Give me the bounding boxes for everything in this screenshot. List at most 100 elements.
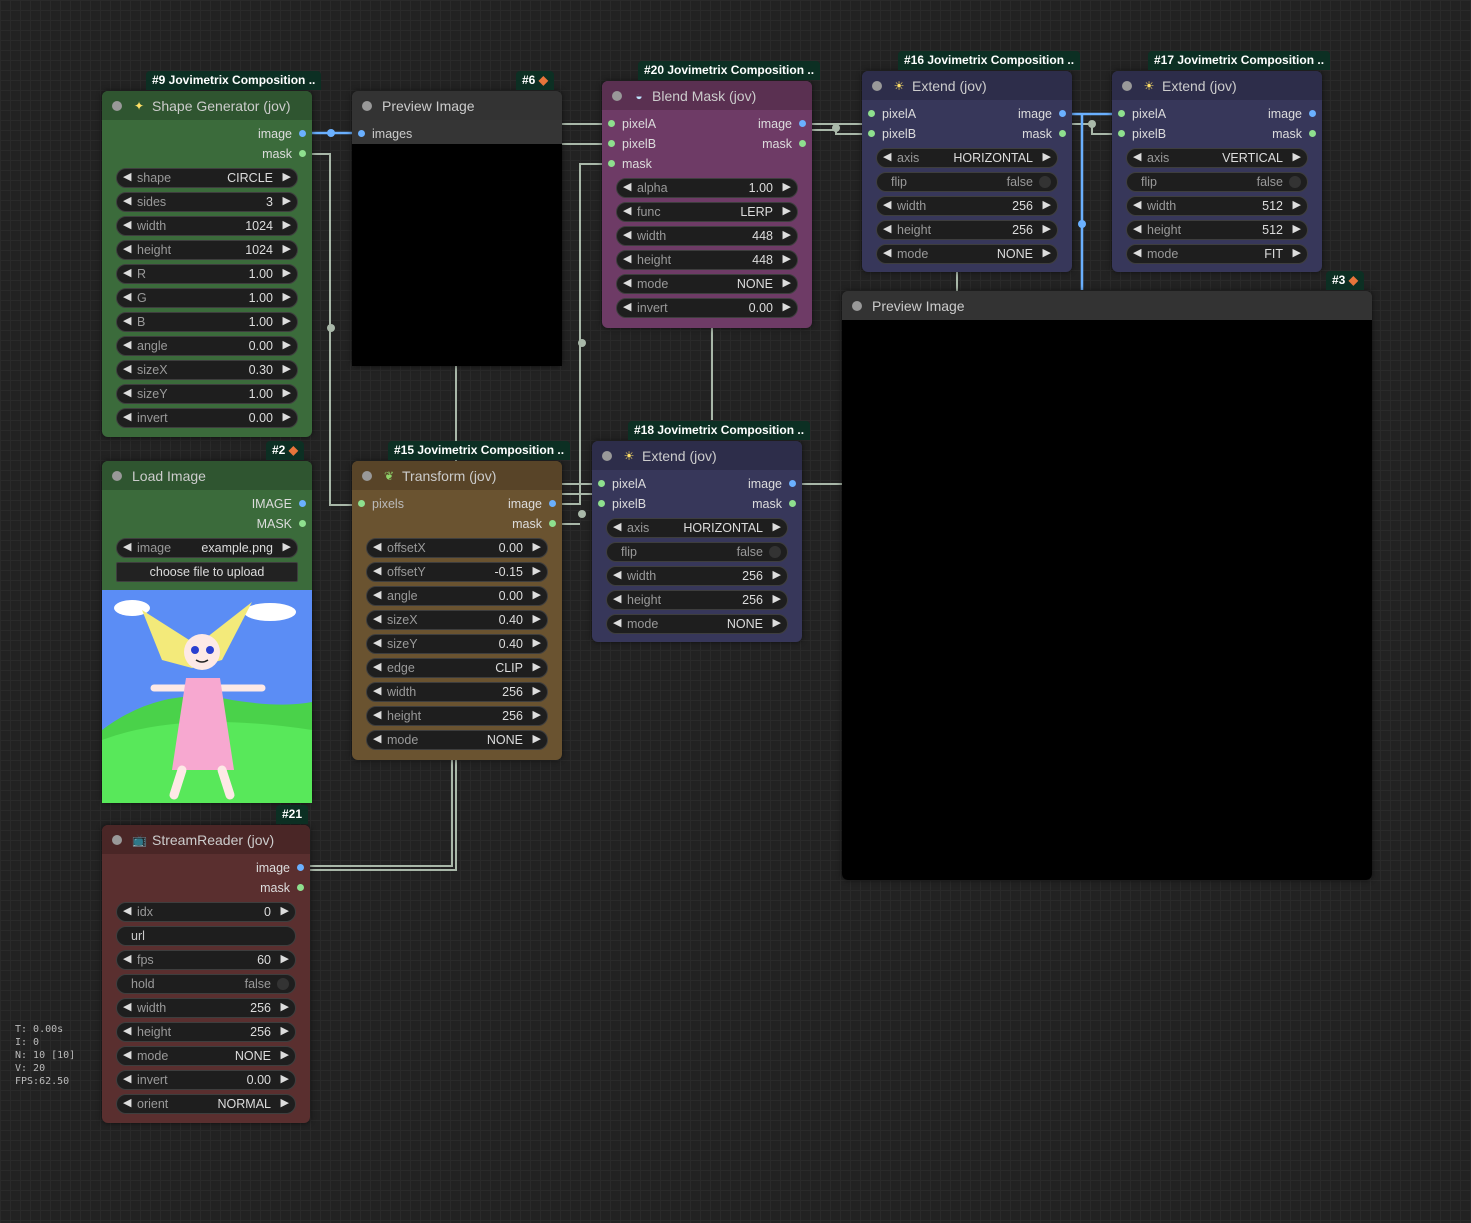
collapse-dot[interactable]: [112, 834, 122, 845]
node-header[interactable]: ☀ Extend (jov): [592, 441, 802, 470]
output-image[interactable]: image: [102, 858, 310, 878]
arrow-left-icon[interactable]: ◀: [123, 1096, 131, 1109]
arrow-right-icon[interactable]: ▶: [773, 568, 781, 581]
number-widget[interactable]: ◀ mode NONE ▶: [116, 1046, 296, 1066]
arrow-left-icon[interactable]: ◀: [1133, 222, 1141, 235]
node-header[interactable]: ✦ Shape Generator (jov): [102, 91, 312, 120]
arrow-left-icon[interactable]: ◀: [373, 732, 381, 745]
arrow-right-icon[interactable]: ▶: [283, 540, 291, 553]
number-widget[interactable]: ◀ sizeX 0.40 ▶: [366, 610, 548, 630]
output-slot[interactable]: [789, 500, 796, 507]
number-widget[interactable]: ◀ sizeY 0.40 ▶: [366, 634, 548, 654]
input-pixels[interactable]: pixels image: [352, 494, 562, 514]
number-widget[interactable]: ◀ height 1024 ▶: [116, 240, 298, 260]
input-slot[interactable]: [1118, 130, 1125, 137]
input-images[interactable]: images: [352, 124, 562, 144]
input-pixelA[interactable]: pixelA image: [602, 114, 812, 134]
arrow-left-icon[interactable]: ◀: [123, 266, 131, 279]
arrow-left-icon[interactable]: ◀: [883, 150, 891, 163]
output-slot[interactable]: [1309, 110, 1316, 117]
node-extend-17[interactable]: ☀ Extend (jov) pixelA image pixelB mask ◀ a…: [1112, 71, 1322, 272]
collapse-dot[interactable]: [362, 100, 372, 111]
input-slot[interactable]: [608, 160, 615, 167]
arrow-right-icon[interactable]: ▶: [1043, 246, 1051, 259]
arrow-left-icon[interactable]: ◀: [123, 904, 131, 917]
number-widget[interactable]: ◀ invert 0.00 ▶: [116, 1070, 296, 1090]
toggle-knob[interactable]: [769, 546, 781, 558]
arrow-right-icon[interactable]: ▶: [1043, 222, 1051, 235]
number-widget[interactable]: ◀ sizeX 0.30 ▶: [116, 360, 298, 380]
number-widget[interactable]: ◀ width 512 ▶: [1126, 196, 1308, 216]
node-header[interactable]: ❦ Transform (jov): [352, 461, 562, 490]
arrow-right-icon[interactable]: ▶: [783, 276, 791, 289]
arrow-left-icon[interactable]: ◀: [123, 410, 131, 423]
number-widget[interactable]: ◀ width 256 ▶: [876, 196, 1058, 216]
arrow-left-icon[interactable]: ◀: [123, 218, 131, 231]
arrow-left-icon[interactable]: ◀: [883, 222, 891, 235]
arrow-right-icon[interactable]: ▶: [533, 660, 541, 673]
output-slot[interactable]: [549, 500, 556, 507]
arrow-right-icon[interactable]: ▶: [783, 180, 791, 193]
arrow-right-icon[interactable]: ▶: [783, 252, 791, 265]
collapse-dot[interactable]: [112, 470, 122, 481]
number-widget[interactable]: ◀ mode NONE ▶: [606, 614, 788, 634]
number-widget[interactable]: ◀ edge CLIP ▶: [366, 658, 548, 678]
arrow-right-icon[interactable]: ▶: [783, 228, 791, 241]
number-widget[interactable]: ◀ height 256 ▶: [366, 706, 548, 726]
flip-toggle[interactable]: flip false: [876, 172, 1058, 192]
arrow-left-icon[interactable]: ◀: [373, 708, 381, 721]
image-combo[interactable]: ◀ image example.png ▶: [116, 538, 298, 558]
number-widget[interactable]: ◀ orient NORMAL ▶: [116, 1094, 296, 1114]
output-mask[interactable]: mask: [352, 514, 562, 534]
arrow-left-icon[interactable]: ◀: [123, 952, 131, 965]
number-widget[interactable]: ◀ width 256 ▶: [116, 998, 296, 1018]
hold-toggle[interactable]: hold false: [116, 974, 296, 994]
arrow-right-icon[interactable]: ▶: [283, 290, 291, 303]
output-slot[interactable]: [799, 140, 806, 147]
input-mask[interactable]: mask: [602, 154, 812, 174]
collapse-dot[interactable]: [602, 450, 612, 461]
number-widget[interactable]: ◀ mode NONE ▶: [366, 730, 548, 750]
arrow-left-icon[interactable]: ◀: [373, 684, 381, 697]
node-header[interactable]: ☀ Extend (jov): [862, 71, 1072, 100]
number-widget[interactable]: ◀ mode NONE ▶: [616, 274, 798, 294]
arrow-right-icon[interactable]: ▶: [533, 564, 541, 577]
number-widget[interactable]: ◀ width 256 ▶: [606, 566, 788, 586]
input-pixelB[interactable]: pixelB mask: [1112, 124, 1322, 144]
arrow-left-icon[interactable]: ◀: [123, 540, 131, 553]
number-widget[interactable]: ◀ alpha 1.00 ▶: [616, 178, 798, 198]
number-widget[interactable]: ◀ offsetY -0.15 ▶: [366, 562, 548, 582]
number-widget[interactable]: ◀ height 448 ▶: [616, 250, 798, 270]
number-widget[interactable]: ◀ angle 0.00 ▶: [116, 336, 298, 356]
output-slot[interactable]: [297, 864, 304, 871]
input-pixelB[interactable]: pixelB mask: [592, 494, 802, 514]
number-widget[interactable]: ◀ height 512 ▶: [1126, 220, 1308, 240]
arrow-right-icon[interactable]: ▶: [283, 386, 291, 399]
url-input[interactable]: url: [116, 926, 296, 946]
arrow-right-icon[interactable]: ▶: [283, 266, 291, 279]
output-slot[interactable]: [299, 520, 306, 527]
toggle-knob[interactable]: [277, 978, 289, 990]
arrow-right-icon[interactable]: ▶: [283, 314, 291, 327]
arrow-right-icon[interactable]: ▶: [281, 1000, 289, 1013]
output-slot[interactable]: [1059, 130, 1066, 137]
input-slot[interactable]: [1118, 110, 1125, 117]
output-slot[interactable]: [799, 120, 806, 127]
toggle-knob[interactable]: [1289, 176, 1301, 188]
node-blend-mask[interactable]: ◒ Blend Mask (jov) pixelA image pixelB mas…: [602, 81, 812, 328]
arrow-right-icon[interactable]: ▶: [281, 1048, 289, 1061]
arrow-right-icon[interactable]: ▶: [281, 904, 289, 917]
arrow-right-icon[interactable]: ▶: [773, 592, 781, 605]
arrow-left-icon[interactable]: ◀: [373, 612, 381, 625]
node-header[interactable]: ☀ Extend (jov): [1112, 71, 1322, 100]
arrow-right-icon[interactable]: ▶: [533, 684, 541, 697]
arrow-right-icon[interactable]: ▶: [283, 362, 291, 375]
number-widget[interactable]: ◀ width 256 ▶: [366, 682, 548, 702]
input-pixelB[interactable]: pixelB mask: [862, 124, 1072, 144]
arrow-right-icon[interactable]: ▶: [283, 410, 291, 423]
collapse-dot[interactable]: [112, 100, 122, 111]
number-widget[interactable]: ◀ shape CIRCLE ▶: [116, 168, 298, 188]
arrow-right-icon[interactable]: ▶: [783, 204, 791, 217]
node-preview-image-6[interactable]: Preview Image images: [352, 91, 562, 366]
arrow-right-icon[interactable]: ▶: [283, 170, 291, 183]
